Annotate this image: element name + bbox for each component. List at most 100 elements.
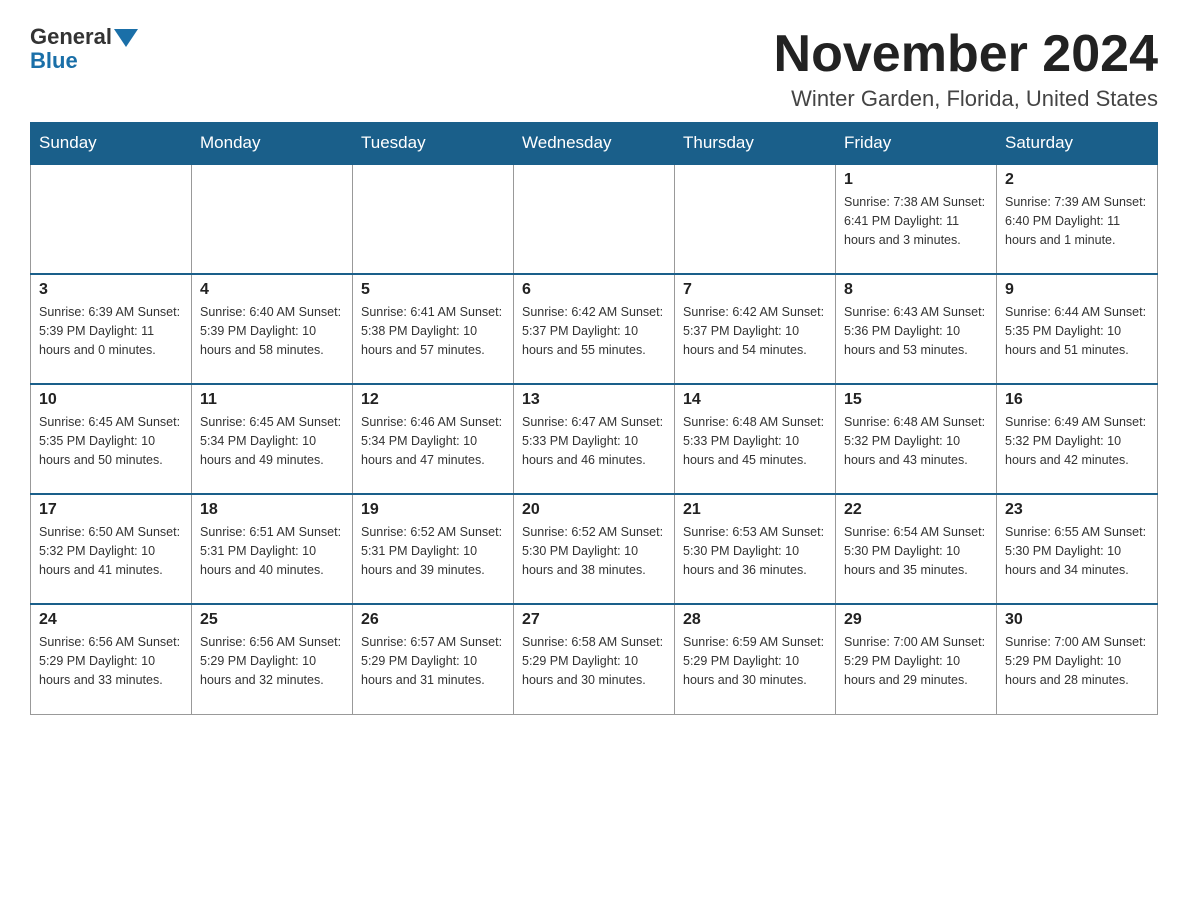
day-info: Sunrise: 7:39 AM Sunset: 6:40 PM Dayligh… xyxy=(1005,193,1149,249)
day-number: 4 xyxy=(200,281,344,299)
calendar-cell xyxy=(31,164,192,274)
day-number: 19 xyxy=(361,501,505,519)
calendar-cell: 19 Sunrise: 6:52 AM Sunset: 5:31 PM Dayli… xyxy=(353,494,514,604)
calendar-cell: 20 Sunrise: 6:52 AM Sunset: 5:30 PM Dayli… xyxy=(514,494,675,604)
day-number: 18 xyxy=(200,501,344,519)
calendar-cell: 15Sunrise: 6:48 AM Sunset: 5:32 PM Dayli… xyxy=(836,384,997,494)
day-number: 20 xyxy=(522,501,666,519)
day-number: 10 xyxy=(39,391,183,409)
day-info: Sunrise: 6:45 AM Sunset: 5:35 PM Dayligh… xyxy=(39,413,183,469)
calendar-table: SundayMondayTuesdayWednesdayThursdayFrid… xyxy=(30,122,1158,715)
day-info: Sunrise: 6:40 AM Sunset: 5:39 PM Dayligh… xyxy=(200,303,344,359)
day-number: 23 xyxy=(1005,501,1149,519)
day-number: 7 xyxy=(683,281,827,299)
logo-general: General xyxy=(30,24,112,50)
calendar-cell: 30 Sunrise: 7:00 AM Sunset: 5:29 PM Dayli… xyxy=(997,604,1158,714)
day-info: Sunrise: 6:39 AM Sunset: 5:39 PM Dayligh… xyxy=(39,303,183,359)
calendar-cell: 6 Sunrise: 6:42 AM Sunset: 5:37 PM Daylig… xyxy=(514,274,675,384)
day-number: 24 xyxy=(39,611,183,629)
day-info: Sunrise: 6:52 AM Sunset: 5:30 PM Dayligh… xyxy=(522,523,666,579)
day-info: Sunrise: 6:53 AM Sunset: 5:30 PM Dayligh… xyxy=(683,523,827,579)
day-info: Sunrise: 6:48 AM Sunset: 5:33 PM Dayligh… xyxy=(683,413,827,469)
calendar-cell: 8 Sunrise: 6:43 AM Sunset: 5:36 PM Daylig… xyxy=(836,274,997,384)
day-number: 1 xyxy=(844,171,988,189)
day-number: 9 xyxy=(1005,281,1149,299)
header-row: SundayMondayTuesdayWednesdayThursdayFrid… xyxy=(31,123,1158,165)
day-info: Sunrise: 7:00 AM Sunset: 5:29 PM Dayligh… xyxy=(844,633,988,689)
page-header: General Blue November 2024 Winter Garden… xyxy=(30,24,1158,112)
day-number: 30 xyxy=(1005,611,1149,629)
day-info: Sunrise: 6:50 AM Sunset: 5:32 PM Dayligh… xyxy=(39,523,183,579)
calendar-cell: 17 Sunrise: 6:50 AM Sunset: 5:32 PM Dayli… xyxy=(31,494,192,604)
calendar-cell: 16 Sunrise: 6:49 AM Sunset: 5:32 PM Dayli… xyxy=(997,384,1158,494)
day-info: Sunrise: 7:00 AM Sunset: 5:29 PM Dayligh… xyxy=(1005,633,1149,689)
calendar-cell: 29Sunrise: 7:00 AM Sunset: 5:29 PM Dayli… xyxy=(836,604,997,714)
day-info: Sunrise: 6:58 AM Sunset: 5:29 PM Dayligh… xyxy=(522,633,666,689)
day-number: 17 xyxy=(39,501,183,519)
week-row-2: 3 Sunrise: 6:39 AM Sunset: 5:39 PM Daylig… xyxy=(31,274,1158,384)
week-row-5: 24 Sunrise: 6:56 AM Sunset: 5:29 PM Dayli… xyxy=(31,604,1158,714)
calendar-cell: 10 Sunrise: 6:45 AM Sunset: 5:35 PM Dayli… xyxy=(31,384,192,494)
day-info: Sunrise: 6:59 AM Sunset: 5:29 PM Dayligh… xyxy=(683,633,827,689)
calendar-cell: 22 Sunrise: 6:54 AM Sunset: 5:30 PM Dayli… xyxy=(836,494,997,604)
day-number: 14 xyxy=(683,391,827,409)
day-number: 21 xyxy=(683,501,827,519)
header-thursday: Thursday xyxy=(675,123,836,165)
calendar-cell xyxy=(675,164,836,274)
day-info: Sunrise: 6:57 AM Sunset: 5:29 PM Dayligh… xyxy=(361,633,505,689)
day-number: 3 xyxy=(39,281,183,299)
day-number: 12 xyxy=(361,391,505,409)
week-row-4: 17 Sunrise: 6:50 AM Sunset: 5:32 PM Dayli… xyxy=(31,494,1158,604)
week-row-1: 1 Sunrise: 7:38 AM Sunset: 6:41 PM Daylig… xyxy=(31,164,1158,274)
day-info: Sunrise: 6:41 AM Sunset: 5:38 PM Dayligh… xyxy=(361,303,505,359)
day-number: 13 xyxy=(522,391,666,409)
calendar-cell: 7 Sunrise: 6:42 AM Sunset: 5:37 PM Daylig… xyxy=(675,274,836,384)
week-row-3: 10 Sunrise: 6:45 AM Sunset: 5:35 PM Dayli… xyxy=(31,384,1158,494)
calendar-cell: 26 Sunrise: 6:57 AM Sunset: 5:29 PM Dayli… xyxy=(353,604,514,714)
calendar-cell: 27 Sunrise: 6:58 AM Sunset: 5:29 PM Dayli… xyxy=(514,604,675,714)
day-info: Sunrise: 6:42 AM Sunset: 5:37 PM Dayligh… xyxy=(522,303,666,359)
calendar-cell xyxy=(353,164,514,274)
header-friday: Friday xyxy=(836,123,997,165)
day-info: Sunrise: 6:43 AM Sunset: 5:36 PM Dayligh… xyxy=(844,303,988,359)
calendar-cell: 18 Sunrise: 6:51 AM Sunset: 5:31 PM Dayli… xyxy=(192,494,353,604)
day-number: 22 xyxy=(844,501,988,519)
header-monday: Monday xyxy=(192,123,353,165)
calendar-cell: 1 Sunrise: 7:38 AM Sunset: 6:41 PM Daylig… xyxy=(836,164,997,274)
calendar-cell: 24 Sunrise: 6:56 AM Sunset: 5:29 PM Dayli… xyxy=(31,604,192,714)
title-block: November 2024 Winter Garden, Florida, Un… xyxy=(774,24,1158,112)
day-number: 26 xyxy=(361,611,505,629)
calendar-cell: 5 Sunrise: 6:41 AM Sunset: 5:38 PM Daylig… xyxy=(353,274,514,384)
day-info: Sunrise: 6:55 AM Sunset: 5:30 PM Dayligh… xyxy=(1005,523,1149,579)
day-number: 15 xyxy=(844,391,988,409)
calendar-cell: 23 Sunrise: 6:55 AM Sunset: 5:30 PM Dayli… xyxy=(997,494,1158,604)
day-number: 27 xyxy=(522,611,666,629)
calendar-cell: 3 Sunrise: 6:39 AM Sunset: 5:39 PM Daylig… xyxy=(31,274,192,384)
calendar-cell: 9 Sunrise: 6:44 AM Sunset: 5:35 PM Daylig… xyxy=(997,274,1158,384)
header-saturday: Saturday xyxy=(997,123,1158,165)
calendar-subtitle: Winter Garden, Florida, United States xyxy=(774,86,1158,112)
day-info: Sunrise: 6:54 AM Sunset: 5:30 PM Dayligh… xyxy=(844,523,988,579)
header-sunday: Sunday xyxy=(31,123,192,165)
day-number: 16 xyxy=(1005,391,1149,409)
header-wednesday: Wednesday xyxy=(514,123,675,165)
calendar-cell: 14 Sunrise: 6:48 AM Sunset: 5:33 PM Dayli… xyxy=(675,384,836,494)
logo: General Blue xyxy=(30,24,138,74)
day-number: 8 xyxy=(844,281,988,299)
day-info: Sunrise: 6:46 AM Sunset: 5:34 PM Dayligh… xyxy=(361,413,505,469)
calendar-cell: 28Sunrise: 6:59 AM Sunset: 5:29 PM Dayli… xyxy=(675,604,836,714)
day-info: Sunrise: 6:44 AM Sunset: 5:35 PM Dayligh… xyxy=(1005,303,1149,359)
day-info: Sunrise: 7:38 AM Sunset: 6:41 PM Dayligh… xyxy=(844,193,988,249)
day-info: Sunrise: 6:42 AM Sunset: 5:37 PM Dayligh… xyxy=(683,303,827,359)
calendar-title: November 2024 xyxy=(774,24,1158,84)
day-info: Sunrise: 6:51 AM Sunset: 5:31 PM Dayligh… xyxy=(200,523,344,579)
day-number: 5 xyxy=(361,281,505,299)
day-number: 11 xyxy=(200,391,344,409)
header-tuesday: Tuesday xyxy=(353,123,514,165)
day-info: Sunrise: 6:56 AM Sunset: 5:29 PM Dayligh… xyxy=(39,633,183,689)
day-info: Sunrise: 6:52 AM Sunset: 5:31 PM Dayligh… xyxy=(361,523,505,579)
calendar-cell: 11Sunrise: 6:45 AM Sunset: 5:34 PM Dayli… xyxy=(192,384,353,494)
day-number: 6 xyxy=(522,281,666,299)
day-info: Sunrise: 6:49 AM Sunset: 5:32 PM Dayligh… xyxy=(1005,413,1149,469)
calendar-cell: 21 Sunrise: 6:53 AM Sunset: 5:30 PM Dayli… xyxy=(675,494,836,604)
